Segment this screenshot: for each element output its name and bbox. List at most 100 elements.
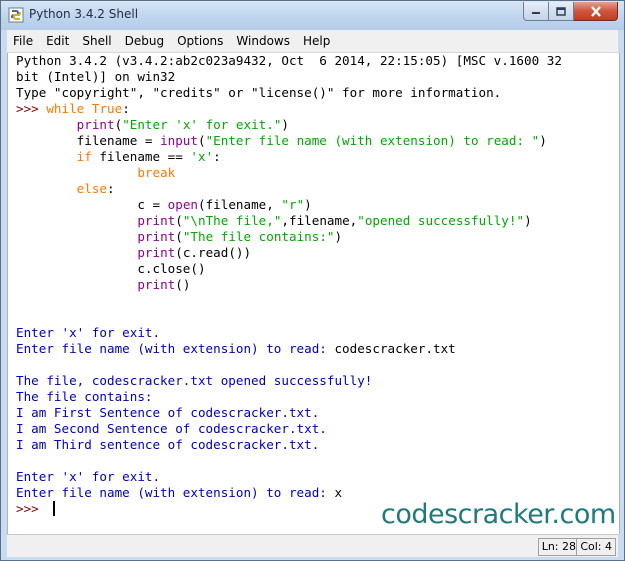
shell-token: ): [334, 229, 343, 244]
shell-token: input: [160, 133, 198, 148]
shell-line: print("Enter 'x' for exit."): [16, 117, 562, 133]
shell-line: I am Second Sentence of codescracker.txt…: [16, 421, 562, 437]
shell-token: I am Third sentence of codescracker.txt.: [16, 437, 320, 452]
minimize-icon: [532, 12, 540, 14]
shell-token: ): [304, 197, 312, 212]
shell-token: (: [175, 229, 183, 244]
shell-line: filename = input("Enter file name (with …: [16, 133, 562, 149]
shell-token: ,filename,: [281, 213, 358, 228]
shell-token: "\nThe file,": [182, 213, 282, 228]
shell-token: [16, 149, 77, 164]
shell-token: if: [76, 149, 92, 164]
shell-line: print(): [16, 277, 562, 293]
shell-token: else: [76, 181, 108, 196]
close-button[interactable]: [574, 2, 618, 21]
shell-token: (filename,: [198, 197, 282, 212]
shell-token: "Enter 'x' for exit.": [122, 117, 282, 132]
shell-token: (c.read()): [175, 245, 252, 260]
shell-token: Enter 'x' for exit.: [16, 469, 161, 484]
menu-help[interactable]: Help: [297, 30, 336, 52]
status-bar: Ln: 28 Col: 4: [7, 534, 618, 557]
shell-token: print: [137, 277, 176, 292]
shell-token: [16, 277, 137, 292]
shell-token: The file contains:: [16, 389, 153, 404]
shell-line: bit (Intel)] on win32: [16, 69, 562, 85]
shell-token: [16, 165, 137, 180]
window-title: Python 3.4.2 Shell: [29, 7, 139, 21]
menu-windows[interactable]: Windows: [230, 30, 296, 52]
shell-token: codescracker.txt: [334, 341, 456, 356]
shell-line: Enter 'x' for exit.: [16, 325, 562, 341]
shell-line: if filename == 'x':: [16, 149, 562, 165]
column-number-status: Col: 4: [576, 538, 616, 556]
maximize-icon: [556, 6, 566, 16]
shell-line: [16, 309, 562, 325]
shell-token: I am Second Sentence of codescracker.txt…: [16, 421, 327, 436]
shell-token: >>>: [16, 101, 47, 116]
shell-token: break: [137, 165, 176, 180]
shell-token: print: [76, 117, 115, 132]
shell-line: Python 3.4.2 (v3.4.2:ab2c023a9432, Oct 6…: [16, 53, 562, 69]
shell-content: Python 3.4.2 (v3.4.2:ab2c023a9432, Oct 6…: [16, 53, 562, 517]
shell-line: >>> while True:: [16, 101, 562, 117]
shell-token: [16, 213, 137, 228]
shell-line: [16, 293, 562, 309]
shell-token: [16, 229, 137, 244]
shell-token: print: [137, 245, 176, 260]
shell-token: The file, codescracker.txt opened succes…: [16, 373, 373, 388]
shell-token: Enter 'x' for exit.: [16, 325, 161, 340]
text-cursor: [53, 501, 56, 516]
shell-token: c =: [16, 197, 168, 212]
shell-token: [16, 245, 137, 260]
shell-token: (: [197, 133, 206, 148]
menu-bar: File Edit Shell Debug Options Windows He…: [7, 30, 618, 53]
shell-token: I am First Sentence of codescracker.txt.: [16, 405, 320, 420]
shell-token: filename =: [16, 133, 161, 148]
maximize-button[interactable]: [549, 2, 574, 21]
shell-line: [16, 357, 562, 373]
shell-line: Enter file name (with extension) to read…: [16, 341, 562, 357]
minimize-button[interactable]: [523, 2, 549, 21]
shell-token: while: [46, 101, 85, 116]
close-icon: [590, 5, 601, 17]
shell-line: The file, codescracker.txt opened succes…: [16, 373, 562, 389]
python-app-icon: [8, 7, 24, 23]
shell-token: x: [334, 485, 343, 500]
shell-token: :: [107, 181, 115, 196]
menu-shell[interactable]: Shell: [76, 30, 117, 52]
menu-debug[interactable]: Debug: [119, 30, 170, 52]
shell-line: I am First Sentence of codescracker.txt.: [16, 405, 562, 421]
shell-token: ): [281, 117, 290, 132]
menu-options[interactable]: Options: [171, 30, 229, 52]
shell-token: 'x': [190, 149, 214, 164]
shell-token: (: [175, 213, 183, 228]
shell-line: Type "copyright", "credits" or "license(…: [16, 85, 562, 101]
shell-token: ): [524, 213, 532, 228]
shell-line: I am Third sentence of codescracker.txt.: [16, 437, 562, 453]
menu-file[interactable]: File: [7, 30, 39, 52]
menu-edit[interactable]: Edit: [40, 30, 75, 52]
shell-line: [16, 453, 562, 469]
shell-token: bit (Intel)] on win32: [16, 69, 176, 84]
shell-token: open: [167, 197, 198, 212]
shell-token: :: [213, 149, 221, 164]
shell-token: (): [175, 277, 191, 292]
shell-line: break: [16, 165, 562, 181]
shell-text-area[interactable]: Python 3.4.2 (v3.4.2:ab2c023a9432, Oct 6…: [7, 53, 620, 534]
shell-token: [16, 181, 77, 196]
shell-token: c.close(): [16, 261, 206, 276]
shell-line: print("The file contains:"): [16, 229, 562, 245]
shell-line: else:: [16, 181, 562, 197]
shell-line: Enter 'x' for exit.: [16, 469, 562, 485]
shell-token: Type "copyright", "credits" or "license(…: [16, 85, 502, 100]
watermark: codescracker.com: [381, 499, 616, 530]
title-bar[interactable]: Python 3.4.2 Shell: [1, 1, 624, 30]
shell-token: True: [91, 101, 123, 116]
shell-token: :: [122, 101, 130, 116]
shell-line: c = open(filename, "r"): [16, 197, 562, 213]
shell-token: Python 3.4.2 (v3.4.2:ab2c023a9432, Oct 6…: [16, 53, 562, 68]
shell-token: filename ==: [91, 149, 191, 164]
shell-token: >>>: [16, 501, 47, 516]
shell-token: Enter file name (with extension) to read…: [16, 485, 335, 500]
shell-token: Enter file name (with extension) to read…: [16, 341, 335, 356]
